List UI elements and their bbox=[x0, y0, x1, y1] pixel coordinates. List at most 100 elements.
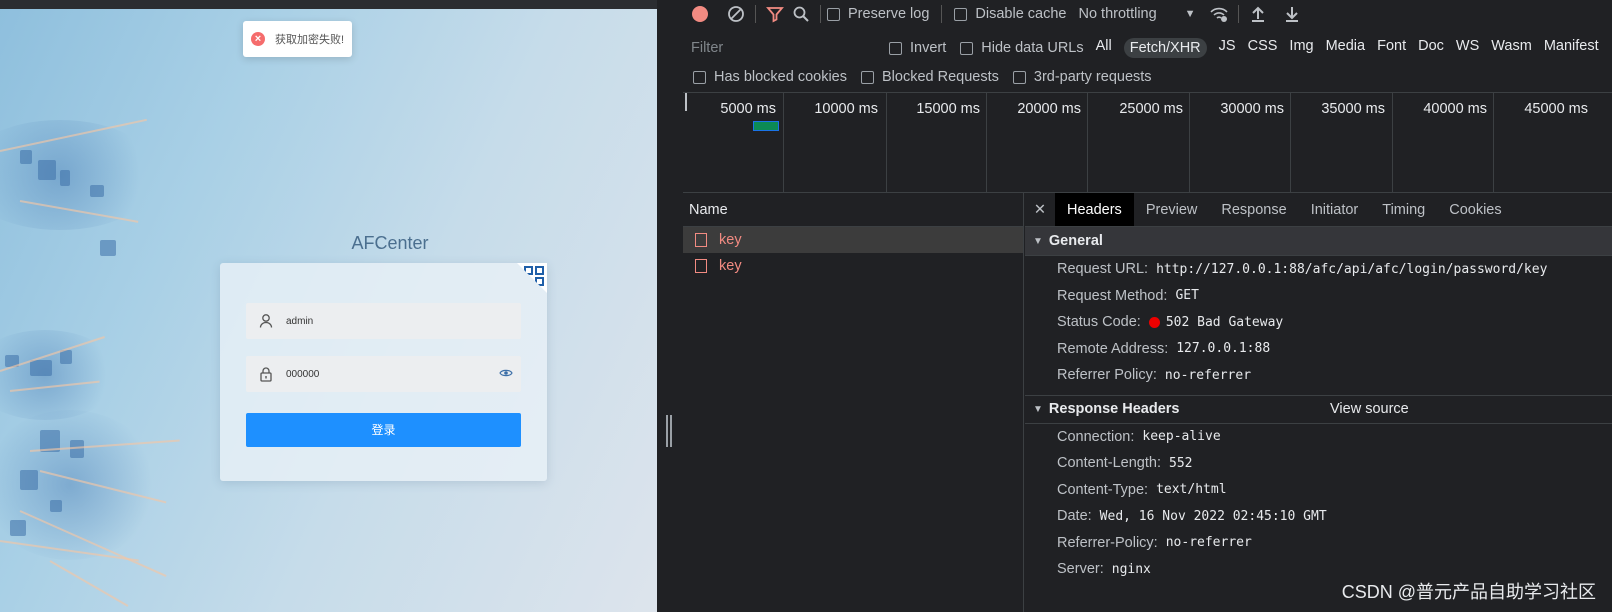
timeline-tick-label: 35000 ms bbox=[1321, 101, 1385, 117]
type-filter-manifest[interactable]: Manifest bbox=[1544, 38, 1599, 58]
request-detail-pane: ✕ Headers Preview Response Initiator Tim… bbox=[1025, 193, 1612, 612]
header-row: Date: Wed, 16 Nov 2022 02:45:10 GMT bbox=[1025, 503, 1612, 530]
blocked-cookies-checkbox[interactable] bbox=[693, 70, 706, 84]
timeline-gridline bbox=[1392, 93, 1393, 193]
clear-button[interactable] bbox=[723, 1, 749, 27]
header-value: no-referrer bbox=[1165, 535, 1252, 551]
invert-checkbox[interactable] bbox=[889, 41, 902, 55]
type-filter-fetch-xhr[interactable]: Fetch/XHR bbox=[1123, 38, 1207, 58]
toolbar-separator bbox=[820, 5, 821, 23]
network-toolbar: Preserve log Disable cache No throttling… bbox=[683, 0, 1612, 28]
disable-cache-checkbox[interactable] bbox=[954, 7, 968, 21]
qr-login-toggle[interactable] bbox=[517, 263, 547, 293]
type-filter-all[interactable]: All bbox=[1096, 38, 1112, 58]
export-icon bbox=[1285, 7, 1298, 22]
password-field[interactable]: 000000 bbox=[246, 356, 521, 392]
header-key: Status Code: bbox=[1057, 314, 1141, 331]
type-filter-media[interactable]: Media bbox=[1326, 38, 1366, 58]
timeline-gridline bbox=[886, 93, 887, 193]
filter-toggle[interactable] bbox=[762, 1, 788, 27]
header-key: Request URL: bbox=[1057, 261, 1149, 278]
header-value: 127.0.0.1:88 bbox=[1176, 341, 1271, 357]
request-row[interactable]: key bbox=[683, 227, 1023, 253]
network-conditions-icon bbox=[1209, 7, 1228, 22]
tab-headers[interactable]: Headers bbox=[1055, 193, 1134, 226]
toolbar-separator bbox=[755, 5, 756, 23]
tab-initiator[interactable]: Initiator bbox=[1299, 193, 1371, 226]
clear-icon bbox=[728, 6, 744, 22]
watermark-text: CSDN @普元产品自助学习社区 bbox=[1341, 582, 1596, 602]
request-list: Name key key bbox=[683, 193, 1024, 612]
blocked-requests-checkbox[interactable] bbox=[861, 70, 874, 84]
header-row: Connection: keep-alive bbox=[1025, 424, 1612, 451]
user-icon bbox=[259, 314, 273, 328]
header-value: no-referrer bbox=[1164, 367, 1252, 383]
type-filter-js[interactable]: JS bbox=[1219, 38, 1236, 58]
import-icon bbox=[1251, 6, 1264, 22]
tab-response[interactable]: Response bbox=[1209, 193, 1298, 226]
invert-label: Invert bbox=[910, 40, 947, 56]
header-key: Referrer-Policy: bbox=[1057, 534, 1158, 551]
request-file-icon bbox=[695, 233, 707, 247]
timeline-gridline bbox=[1189, 93, 1190, 193]
type-filter-doc[interactable]: Doc bbox=[1418, 38, 1444, 58]
timeline-overview[interactable]: 5000 ms 10000 ms 15000 ms 20000 ms 25000… bbox=[683, 92, 1612, 193]
login-button[interactable]: 登录 bbox=[246, 413, 521, 447]
lock-icon bbox=[260, 367, 272, 382]
request-file-icon bbox=[695, 259, 707, 273]
filter-icon bbox=[766, 7, 784, 23]
preserve-log-checkbox[interactable] bbox=[827, 7, 840, 21]
header-key: Date: bbox=[1057, 508, 1092, 525]
panel-resizer[interactable] bbox=[657, 0, 683, 612]
throttling-select[interactable]: No throttling bbox=[1078, 6, 1156, 22]
resize-grip-icon[interactable] bbox=[666, 415, 672, 447]
search-icon bbox=[793, 6, 809, 22]
hide-data-urls-checkbox[interactable] bbox=[960, 41, 974, 55]
timeline-gridline bbox=[783, 93, 784, 193]
general-section-header[interactable]: ▼ General bbox=[1025, 227, 1612, 256]
header-key: Content-Type: bbox=[1057, 481, 1149, 498]
chevron-down-icon[interactable]: ▼ bbox=[1185, 8, 1196, 20]
third-party-checkbox[interactable] bbox=[1012, 70, 1026, 84]
close-icon[interactable]: ✕ bbox=[1025, 193, 1055, 226]
filter-bar: Filter Invert Hide data URLs All Fetch/X… bbox=[683, 34, 1612, 62]
brand-title: AFCenter bbox=[351, 233, 429, 253]
header-row: Status Code: 502 Bad Gateway bbox=[1025, 309, 1612, 336]
toast-message: 获取加密失败! bbox=[275, 34, 345, 46]
filter-input[interactable]: Filter bbox=[683, 36, 883, 60]
username-field[interactable]: admin bbox=[246, 303, 521, 339]
tab-cookies[interactable]: Cookies bbox=[1437, 193, 1513, 226]
type-filter-font[interactable]: Font bbox=[1377, 38, 1406, 58]
header-key: Remote Address: bbox=[1057, 340, 1169, 357]
view-source-link[interactable]: View source bbox=[1330, 401, 1409, 417]
request-row[interactable]: key bbox=[683, 253, 1023, 279]
type-filter-wasm[interactable]: Wasm bbox=[1491, 38, 1532, 58]
login-card: admin 000000 登录 bbox=[220, 263, 547, 481]
header-key: Connection: bbox=[1057, 428, 1135, 445]
import-har-button[interactable] bbox=[1245, 1, 1271, 27]
type-filter-img[interactable]: Img bbox=[1289, 38, 1313, 58]
timeline-gridline bbox=[1493, 93, 1494, 193]
search-button[interactable] bbox=[788, 1, 814, 27]
name-column-header[interactable]: Name bbox=[683, 193, 1023, 227]
export-har-button[interactable] bbox=[1279, 1, 1305, 27]
error-circle-icon: × bbox=[251, 32, 265, 46]
status-error-dot-icon bbox=[1148, 316, 1160, 328]
resource-type-filters: All Fetch/XHR JS CSS Img Media Font Doc … bbox=[1090, 38, 1605, 58]
header-row: Referrer-Policy: no-referrer bbox=[1025, 530, 1612, 557]
tab-timing[interactable]: Timing bbox=[1370, 193, 1437, 226]
response-headers-section-header[interactable]: ▼ Response Headers View source bbox=[1025, 394, 1612, 424]
header-row: Remote Address: 127.0.0.1:88 bbox=[1025, 336, 1612, 363]
record-button[interactable] bbox=[687, 1, 713, 27]
eye-icon[interactable] bbox=[499, 366, 513, 380]
tab-preview[interactable]: Preview bbox=[1134, 193, 1210, 226]
request-name: key bbox=[719, 258, 742, 274]
header-key: Referrer Policy: bbox=[1057, 367, 1157, 384]
type-filter-css[interactable]: CSS bbox=[1248, 38, 1278, 58]
timeline-tick-label: 40000 ms bbox=[1423, 101, 1487, 117]
blocked-requests-label: Blocked Requests bbox=[882, 69, 999, 85]
network-conditions-button[interactable] bbox=[1206, 1, 1232, 27]
header-value: http://127.0.0.1:88/afc/api/afc/login/pa… bbox=[1156, 261, 1548, 277]
header-value: keep-alive bbox=[1142, 429, 1221, 445]
type-filter-ws[interactable]: WS bbox=[1456, 38, 1479, 58]
